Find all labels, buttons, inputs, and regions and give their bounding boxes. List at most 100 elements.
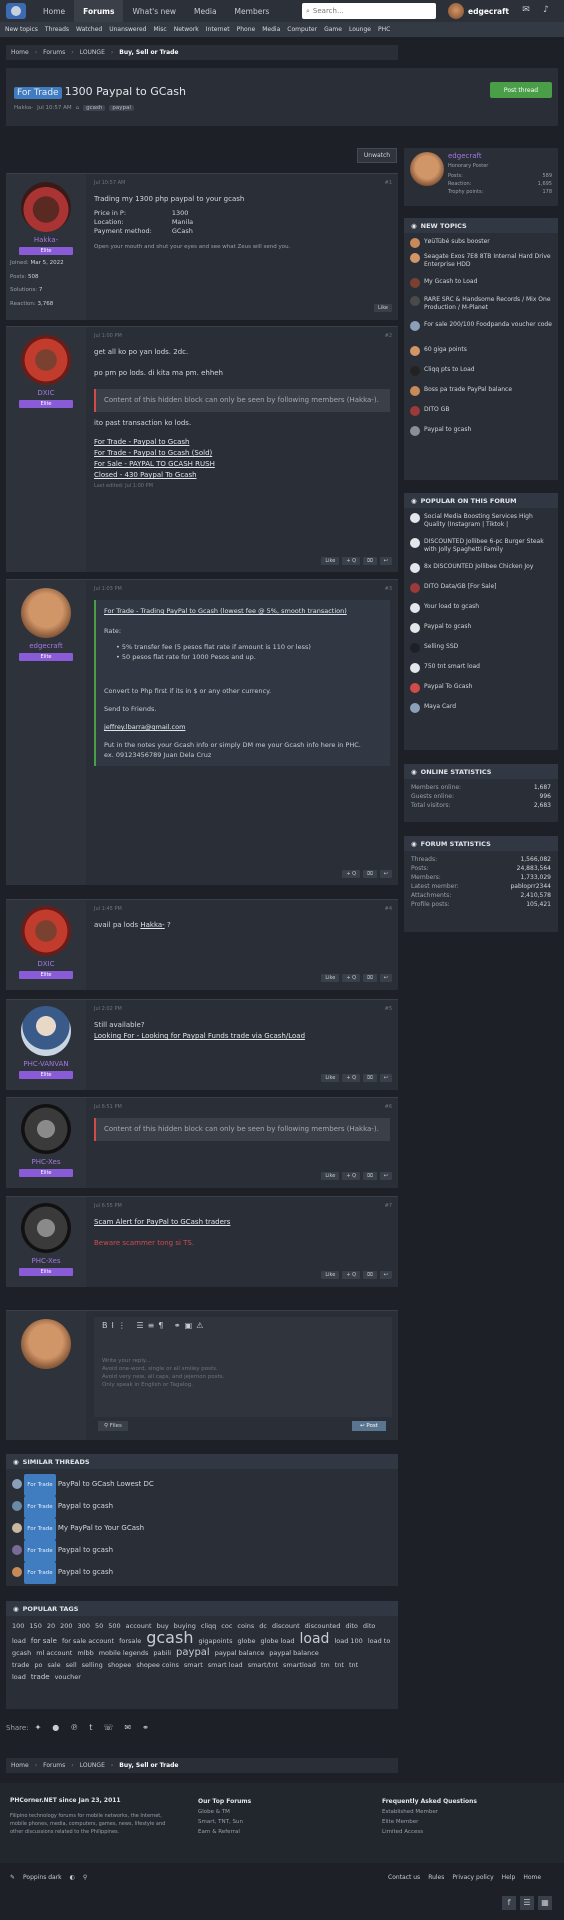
similar-thread-item[interactable]: For Trade Paypal to gcash — [12, 1496, 392, 1518]
popular-tag[interactable]: globe — [237, 1637, 255, 1645]
new-topic-item[interactable]: Seagate Exos 7E8 8TB Internal Hard Drive… — [404, 251, 558, 276]
post-number[interactable]: #5 — [385, 1006, 392, 1012]
popular-tag[interactable]: shopee coins — [136, 1661, 179, 1669]
post-number[interactable]: #3 — [385, 586, 392, 592]
popular-tag[interactable]: mlbb — [77, 1649, 93, 1657]
subnav-watched[interactable]: Watched — [76, 26, 102, 33]
post-date[interactable]: Jul 1:45 PM — [94, 906, 122, 912]
popular-tag[interactable]: shopee — [108, 1661, 132, 1669]
post-date[interactable]: Jul 6:55 PM — [94, 1203, 122, 1209]
avatar[interactable] — [21, 906, 71, 956]
post-number[interactable]: #2 — [385, 333, 392, 339]
new-topic-item[interactable]: Cliqq pts to Load — [404, 364, 558, 384]
subnav-computer[interactable]: Computer — [287, 26, 317, 33]
bell-icon[interactable]: ♪ — [541, 5, 551, 15]
bookmark-icon[interactable]: ⌧ — [363, 1172, 377, 1180]
footer-link[interactable]: Elite Member — [382, 1817, 477, 1827]
site-logo[interactable] — [6, 3, 26, 19]
rss-icon[interactable]: ☰ — [520, 1896, 534, 1910]
quote-thread-link[interactable]: For Trade - Trading PayPal to Gcash (low… — [104, 606, 382, 616]
avatar[interactable] — [21, 1104, 71, 1154]
new-topic-item[interactable]: RARE SRC & Handsome Records / Mix One Pr… — [404, 294, 558, 319]
popular-tag[interactable]: coins — [237, 1622, 254, 1630]
thread-link[interactable]: Closed - 430 Paypal To Gcash — [94, 470, 390, 481]
post-username[interactable]: Hakka- — [6, 236, 86, 244]
popular-tag[interactable]: dito — [345, 1622, 357, 1630]
quote-button[interactable]: + Q — [342, 557, 361, 565]
popular-tag[interactable]: for sale account — [62, 1637, 114, 1645]
like-button[interactable]: Like — [321, 557, 340, 565]
popular-tag[interactable]: 200 — [60, 1622, 72, 1630]
reply-icon[interactable]: ↩ — [379, 1271, 392, 1279]
facebook-icon[interactable]: f — [502, 1896, 516, 1910]
thread-link[interactable]: For Sale - PAYPAL TO GCASH RUSH — [94, 459, 390, 470]
user-mention[interactable]: Hakka- — [140, 921, 164, 929]
link-icon[interactable]: ⚭ — [142, 1723, 149, 1732]
popular-tag[interactable]: smart — [184, 1661, 203, 1669]
style-chooser[interactable]: ✎ Poppins dark ◐ ⚲ — [10, 1874, 87, 1881]
footer-link[interactable]: Earn & Referral — [198, 1827, 251, 1837]
footer-home-link[interactable]: Home — [523, 1874, 541, 1881]
post-username[interactable]: edgecraft — [6, 642, 86, 650]
new-topic-item[interactable]: For sale 200/100 Foodpanda voucher code — [404, 319, 558, 344]
popular-tag[interactable]: cliqq — [201, 1622, 216, 1630]
avatar[interactable] — [21, 335, 71, 385]
subnav-game[interactable]: Game — [324, 26, 342, 33]
avatar[interactable] — [21, 1203, 71, 1253]
popular-tag[interactable]: for sale — [31, 1637, 57, 1645]
quote-button[interactable]: + Q — [342, 1271, 361, 1279]
popular-tag[interactable]: dc — [259, 1622, 267, 1630]
popular-tag[interactable]: trade — [31, 1673, 50, 1681]
attach-files-button[interactable]: ⚲ Files — [98, 1421, 128, 1431]
footer-link[interactable]: Limited Access — [382, 1827, 477, 1837]
popular-item[interactable]: Selling SSD — [404, 641, 558, 661]
breadcrumb-forums[interactable]: Forums — [43, 49, 74, 56]
popular-item[interactable]: 750 tnt smart load — [404, 661, 558, 681]
avatar[interactable] — [21, 588, 71, 638]
post-thread-button[interactable]: Post thread — [490, 82, 552, 98]
subnav-threads[interactable]: Threads — [45, 26, 69, 33]
breadcrumb-buy-sell-trade[interactable]: Buy, Sell or Trade — [119, 49, 178, 56]
latest-member-link[interactable]: pabloprr2344 — [510, 883, 551, 890]
popular-tag[interactable]: coc — [221, 1622, 232, 1630]
quote-button[interactable]: + Q — [342, 870, 361, 878]
popular-tag[interactable]: sell — [66, 1661, 77, 1669]
post-number[interactable]: #1 — [385, 180, 392, 186]
bookmark-icon[interactable]: ⌧ — [363, 1271, 377, 1279]
bookmark-icon[interactable]: ⌧ — [363, 974, 377, 982]
reply-icon[interactable]: ↩ — [379, 870, 392, 878]
thread-link[interactable]: For Trade - Paypal to Gcash (Sold) — [94, 448, 390, 459]
like-button[interactable]: Like — [321, 1074, 340, 1082]
reply-input[interactable]: Write your reply... Avoid one-word, singl… — [102, 1357, 224, 1389]
inbox-icon[interactable]: ✉ — [521, 5, 531, 15]
similar-thread-item[interactable]: For Trade Paypal to gcash — [12, 1540, 392, 1562]
grid-icon[interactable]: ▦ — [538, 1896, 552, 1910]
popular-tag[interactable]: paypal — [176, 1647, 210, 1658]
whatsapp-icon[interactable]: ☏ — [103, 1723, 113, 1732]
email-icon[interactable]: ✉ — [124, 1723, 131, 1732]
subnav-phc[interactable]: PHC — [378, 26, 390, 33]
popular-item[interactable]: DITO Data/GB [For Sale] — [404, 581, 558, 601]
breadcrumb-buy-sell-trade[interactable]: Buy, Sell or Trade — [119, 1762, 178, 1769]
post-date[interactable]: Jul 1:03 PM — [94, 586, 122, 592]
popular-tag[interactable]: smart/tnt — [248, 1661, 278, 1669]
post-username[interactable]: DXIC — [6, 389, 86, 397]
similar-thread-item[interactable]: For Trade PayPal to GCash Lowest DC — [12, 1474, 392, 1496]
thread-author[interactable]: Hakka- — [14, 105, 33, 111]
bookmark-icon[interactable]: ⌧ — [363, 1074, 377, 1082]
search-input[interactable]: ⌕ Search... — [302, 3, 436, 19]
new-topic-item[interactable]: 60 giga points — [404, 344, 558, 364]
post-username[interactable]: PHC-VANVAN — [6, 1060, 86, 1068]
popular-tag[interactable]: 500 — [108, 1622, 120, 1630]
footer-link[interactable]: Globe & TM — [198, 1807, 251, 1817]
thread-link[interactable]: For Trade - Paypal to Gcash — [94, 437, 390, 448]
subnav-media[interactable]: Media — [262, 26, 280, 33]
nav-tab-home[interactable]: Home — [34, 0, 74, 22]
similar-thread-item[interactable]: For Trade My PayPal to Your GCash — [12, 1518, 392, 1540]
thread-link[interactable]: Looking For - Looking for Paypal Funds t… — [94, 1031, 305, 1042]
reply-icon[interactable]: ↩ — [379, 974, 392, 982]
new-topic-item[interactable]: DITO GB — [404, 404, 558, 424]
popular-tag[interactable]: voucher — [55, 1673, 81, 1681]
account-menu[interactable]: edgecraft — [448, 3, 509, 19]
bookmark-icon[interactable]: ⌧ — [363, 870, 377, 878]
